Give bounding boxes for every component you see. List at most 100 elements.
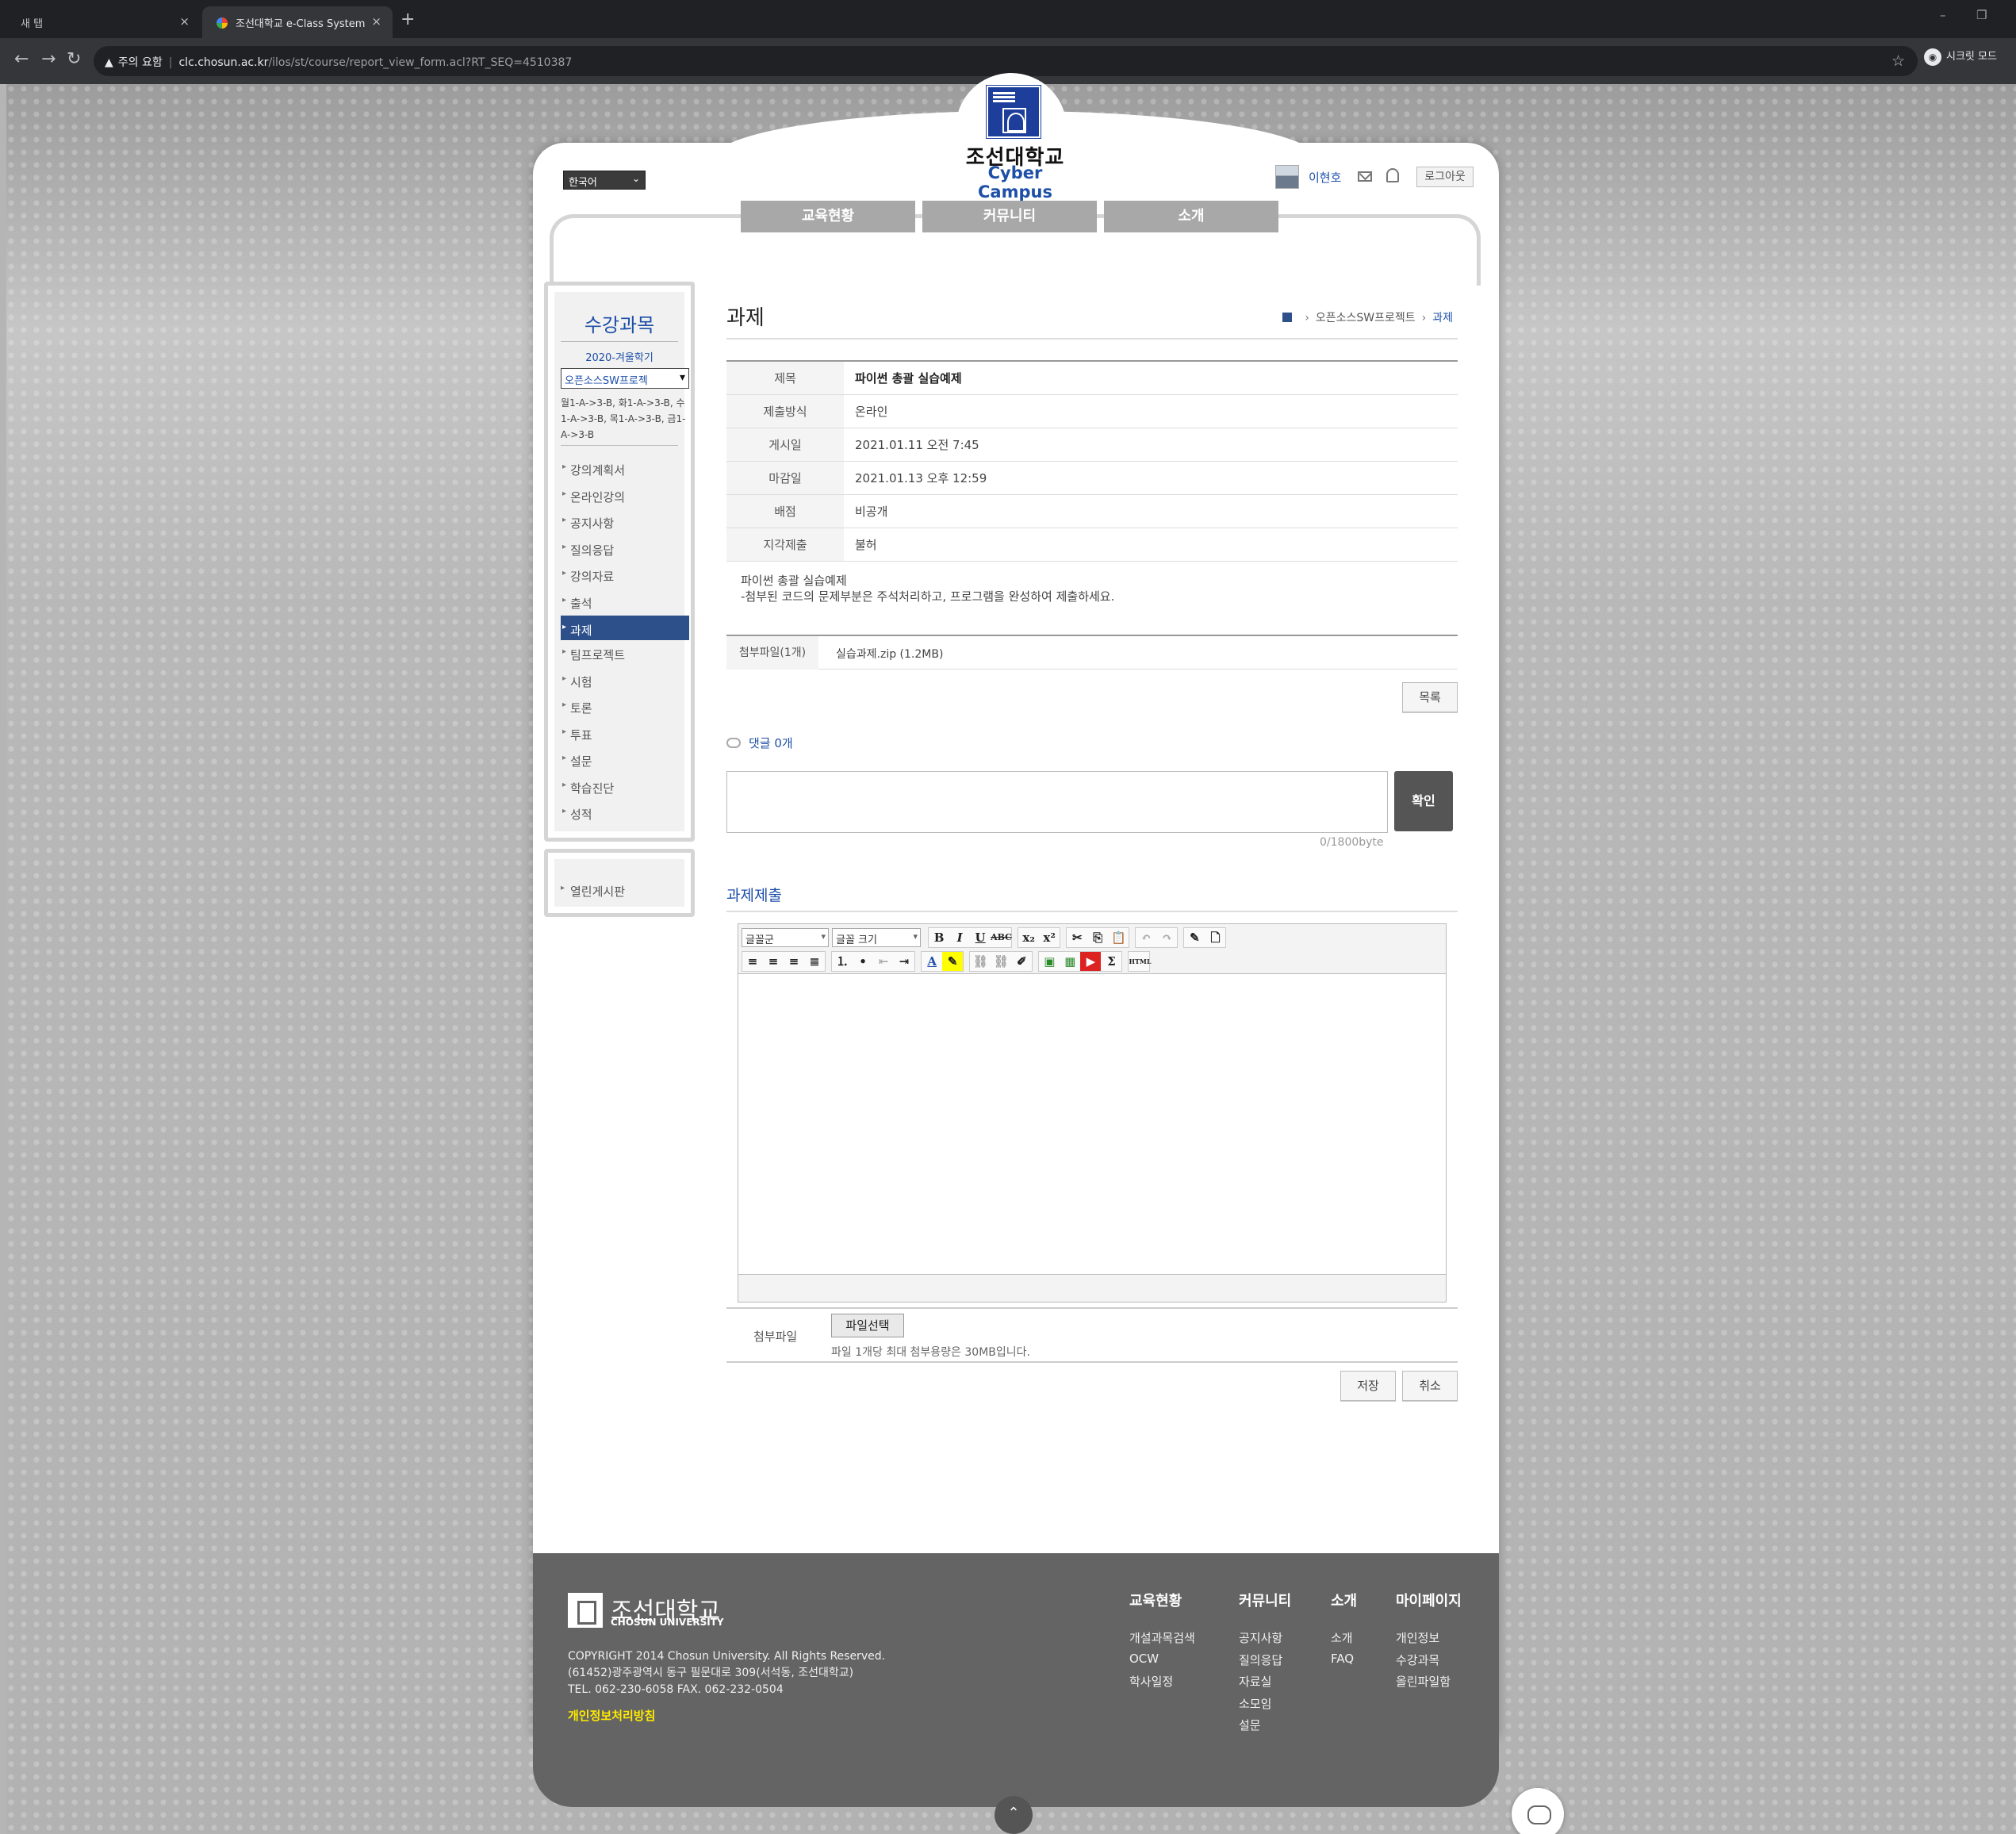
bell-icon[interactable]: [1386, 168, 1399, 182]
formula-icon[interactable]: Σ: [1101, 952, 1121, 971]
save-button[interactable]: 저장: [1340, 1371, 1396, 1401]
tab-close-icon[interactable]: ×: [371, 14, 381, 29]
sidebar-item-discussion[interactable]: 토론: [561, 693, 689, 720]
sidebar-item-notice[interactable]: 공지사항: [561, 508, 689, 535]
sidebar-item-online-lecture[interactable]: 온라인강의: [561, 482, 689, 509]
university-logo-icon[interactable]: [987, 86, 1041, 138]
sidebar-item-survey[interactable]: 설문: [561, 746, 689, 773]
font-color-icon[interactable]: A: [922, 952, 942, 971]
footer-link[interactable]: OCW: [1129, 1652, 1195, 1674]
footer-col-title[interactable]: 커뮤니티: [1239, 1590, 1291, 1610]
forward-icon[interactable]: →: [41, 49, 56, 69]
bookmark-star-icon[interactable]: ☆: [1891, 52, 1905, 70]
footer-col-title[interactable]: 교육현황: [1129, 1590, 1195, 1610]
logout-button[interactable]: 로그아웃: [1416, 167, 1474, 187]
restore-icon[interactable]: ❐: [1976, 8, 1987, 22]
footer-link[interactable]: 소개: [1331, 1629, 1357, 1652]
footer-link[interactable]: 올린파일함: [1396, 1673, 1462, 1695]
editor-body[interactable]: [738, 973, 1446, 1275]
logo-english[interactable]: Cyber Campus: [952, 163, 1079, 201]
footer-link[interactable]: 자료실: [1239, 1673, 1291, 1695]
language-select[interactable]: 한국어 ⌄: [563, 171, 646, 190]
attachment-file-link[interactable]: 실습과제.zip (1.2MB): [836, 646, 943, 662]
footer-link[interactable]: 질의응답: [1239, 1652, 1291, 1674]
subscript-icon[interactable]: x₂: [1018, 928, 1039, 947]
footer-link[interactable]: FAQ: [1331, 1652, 1357, 1674]
file-select-button[interactable]: 파일선택: [831, 1314, 904, 1337]
unordered-list-icon[interactable]: •: [853, 952, 873, 971]
sidebar-item-qna[interactable]: 질의응답: [561, 535, 689, 562]
clear-format-icon[interactable]: ✎: [1184, 928, 1205, 947]
indent-icon[interactable]: ⇥: [894, 952, 914, 971]
list-button[interactable]: 목록: [1402, 682, 1458, 712]
sidebar-item-materials[interactable]: 강의자료: [561, 562, 689, 589]
tab-close-icon[interactable]: ×: [179, 14, 190, 29]
sidebar-item-team-project[interactable]: 팀프로젝트: [561, 640, 689, 667]
font-size-select[interactable]: 글꼴 크기: [832, 928, 921, 947]
link-icon[interactable]: ⛓: [970, 952, 991, 971]
new-tab-icon[interactable]: +: [401, 10, 415, 29]
image-icon[interactable]: ▣: [1039, 952, 1060, 971]
redo-icon[interactable]: ↷: [1156, 928, 1177, 947]
strikethrough-icon[interactable]: ABC: [991, 928, 1012, 947]
privacy-policy-link[interactable]: 개인정보처리방침: [568, 1707, 655, 1724]
align-left-icon[interactable]: ≡: [742, 952, 763, 971]
sidebar-item-grades[interactable]: 성적: [561, 800, 689, 827]
course-select[interactable]: 오픈소스SW프로젝 ▾: [561, 368, 689, 389]
reload-icon[interactable]: ↻: [67, 49, 81, 69]
sidebar-item-syllabus[interactable]: 강의계획서: [561, 455, 689, 482]
back-icon[interactable]: ←: [14, 49, 29, 69]
footer-link[interactable]: 소모임: [1239, 1695, 1291, 1717]
sidebar-item-assignment[interactable]: 과제: [561, 616, 689, 640]
table-icon[interactable]: ▦: [1060, 952, 1080, 971]
cancel-button[interactable]: 취소: [1402, 1371, 1458, 1401]
ordered-list-icon[interactable]: ⒈: [832, 952, 853, 971]
html-source-icon[interactable]: HTML: [1129, 952, 1151, 971]
footer-link[interactable]: 개설과목검색: [1129, 1629, 1195, 1652]
gnb-community[interactable]: 커뮤니티: [922, 201, 1097, 232]
scroll-top-icon[interactable]: ⌃: [995, 1796, 1033, 1834]
align-center-icon[interactable]: ≡: [763, 952, 784, 971]
align-justify-icon[interactable]: ≣: [804, 952, 825, 971]
highlight-color-icon[interactable]: ✎: [942, 952, 964, 971]
font-family-select[interactable]: 글꼴군: [742, 928, 829, 947]
tab-new-tab[interactable]: 새 탭 ×: [6, 6, 201, 38]
paste-icon[interactable]: 📋: [1108, 928, 1129, 947]
sidebar-item-open-board[interactable]: 열린게시판: [554, 859, 684, 907]
comment-textarea[interactable]: [726, 771, 1388, 833]
new-document-icon[interactable]: 🗋: [1205, 928, 1225, 947]
comment-submit-button[interactable]: 확인: [1394, 771, 1453, 831]
footer-col-title[interactable]: 마이페이지: [1396, 1590, 1462, 1610]
breadcrumb-course[interactable]: 오픈소스SW프로젝트: [1316, 312, 1416, 324]
avatar[interactable]: [1275, 165, 1299, 189]
underline-icon[interactable]: U: [970, 928, 991, 947]
cut-icon[interactable]: ✂: [1067, 928, 1087, 947]
gnb-education[interactable]: 교육현황: [741, 201, 915, 232]
user-name-link[interactable]: 이현호: [1309, 169, 1341, 186]
sidebar-item-attendance[interactable]: 출석: [561, 589, 689, 616]
video-icon[interactable]: ▶: [1080, 952, 1102, 971]
footer-link[interactable]: 개인정보: [1396, 1629, 1462, 1652]
bold-icon[interactable]: B: [929, 928, 949, 947]
footer-link[interactable]: 공지사항: [1239, 1629, 1291, 1652]
address-bar[interactable]: ▲ 주의 요함 | clc.chosun.ac.kr/ilos/st/course/r…: [94, 46, 1918, 76]
undo-icon[interactable]: ↶: [1136, 928, 1156, 947]
superscript-icon[interactable]: x²: [1039, 928, 1060, 947]
italic-icon[interactable]: I: [949, 928, 970, 947]
home-icon[interactable]: [1282, 313, 1293, 322]
align-right-icon[interactable]: ≡: [784, 952, 804, 971]
sidebar-item-exam[interactable]: 시험: [561, 667, 689, 694]
gnb-about[interactable]: 소개: [1104, 201, 1278, 232]
outdent-icon[interactable]: ⇤: [873, 952, 894, 971]
copy-icon[interactable]: ⎘: [1087, 928, 1108, 947]
minimize-icon[interactable]: –: [1940, 8, 1946, 22]
footer-link[interactable]: 학사일정: [1129, 1673, 1195, 1695]
footer-link[interactable]: 설문: [1239, 1717, 1291, 1739]
footer-link[interactable]: 수강과목: [1396, 1652, 1462, 1674]
tab-eclass[interactable]: 조선대학교 e-Class System ×: [202, 6, 393, 38]
mail-icon[interactable]: [1358, 171, 1372, 182]
unlink-icon[interactable]: ⛓: [991, 952, 1011, 971]
edit-icon[interactable]: ✐: [1011, 952, 1032, 971]
sidebar-item-vote[interactable]: 투표: [561, 720, 689, 747]
chat-icon[interactable]: [1512, 1788, 1564, 1834]
